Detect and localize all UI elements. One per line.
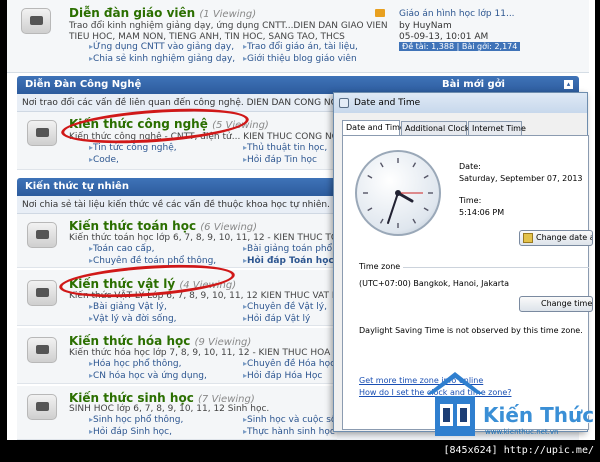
- footer-text: [845x624] http://upic.me/: [443, 445, 594, 456]
- forum-status-icon: [27, 280, 57, 306]
- category-title[interactable]: Diễn Đàn Công Nghệ: [25, 79, 141, 90]
- subforum-link[interactable]: Bài giảng Vật lý,: [89, 302, 167, 312]
- forum-stats-badge: Đề tài: 1,388 | Bài gởi: 2,174: [399, 42, 521, 51]
- time-value: 5:14:06 PM: [459, 208, 505, 217]
- forum-status-icon: [21, 8, 51, 34]
- subforum-link[interactable]: Thủ thuật tin học,: [243, 143, 327, 153]
- tab-internet-time[interactable]: Internet Time: [468, 121, 526, 136]
- divider: [403, 267, 589, 268]
- change-time-zone-button[interactable]: Change time zo: [519, 296, 593, 312]
- collapse-icon[interactable]: ▴: [564, 80, 573, 89]
- button-label: Change date and: [536, 233, 592, 242]
- subforum-link[interactable]: Hỏi đáp Hóa Học: [243, 371, 322, 381]
- last-post-author[interactable]: by HuyNam: [399, 21, 452, 31]
- analog-clock: [355, 150, 441, 236]
- subforum-link[interactable]: Ứng dụng CNTT vào giảng dạy,: [89, 42, 234, 52]
- forum-description: SINH HOC lớp 6, 7, 8, 9, 10, 11, 12 Sinh…: [69, 404, 270, 414]
- forum-status-icon: [27, 337, 57, 363]
- subforum-link[interactable]: Tin tức công nghệ,: [89, 143, 177, 153]
- time-zone-heading: Time zone: [359, 262, 401, 271]
- subforum-link[interactable]: Chia sẻ kinh nghiệm giảng dạy,: [89, 54, 235, 64]
- top-forum-row: Diễn đàn giáo viên (1 Viewing) Trao đổi …: [7, 0, 589, 73]
- image-host-footer: [845x624] http://upic.me/: [0, 440, 600, 462]
- watermark-url: www.kienthuc.net.vn: [485, 428, 559, 436]
- subforum-link[interactable]: Vật lý và đời sống,: [89, 314, 177, 324]
- watermark-text: Kiến Thức: [483, 403, 595, 427]
- last-post-date: 05-09-13, 10:01 AM: [399, 32, 489, 42]
- forum-title-link[interactable]: Diễn đàn giáo viên (1 Viewing): [69, 6, 256, 20]
- shield-icon: [523, 233, 533, 243]
- subforum-link[interactable]: Giới thiệu blog giáo viên: [243, 54, 357, 64]
- forum-title-link[interactable]: Kiến thức toán học (6 Viewing): [69, 219, 257, 233]
- tab-date-and-time[interactable]: Date and Time: [342, 120, 405, 136]
- subforum-link[interactable]: Toán cao cấp,: [89, 244, 154, 254]
- forum-status-icon: [27, 394, 57, 420]
- subforum-link[interactable]: Hỏi đáp Toán học: [243, 256, 334, 266]
- forum-title-text[interactable]: Kiến thức hóa học: [69, 334, 190, 348]
- forum-title-text[interactable]: Diễn đàn giáo viên: [69, 6, 195, 20]
- screenshot-frame: Diễn đàn giáo viên (1 Viewing) Trao đổi …: [7, 0, 595, 440]
- category-title[interactable]: Kiến thức tự nhiên: [25, 181, 129, 192]
- subforum-link[interactable]: CN hóa học và ứng dụng,: [89, 371, 207, 381]
- forum-status-icon: [27, 120, 57, 146]
- last-post-link[interactable]: Giáo án hình học lớp 11...: [399, 9, 515, 19]
- forum-title-text[interactable]: Kiến thức toán học: [69, 219, 196, 233]
- viewing-count: (1 Viewing): [199, 9, 257, 20]
- subforum-link[interactable]: Thực hành sinh học: [243, 427, 335, 437]
- subforum-link[interactable]: Hỏi đáp Vật lý: [243, 314, 310, 324]
- clock-icon: [339, 98, 349, 108]
- forum-status-icon: [27, 222, 57, 248]
- subforum-link[interactable]: Hỏi đáp Sinh học,: [89, 427, 172, 437]
- subforum-link[interactable]: Code,: [89, 155, 119, 165]
- date-value: Saturday, September 07, 2013: [459, 174, 583, 183]
- new-post-icon: [375, 9, 385, 17]
- change-date-time-button[interactable]: Change date and: [519, 230, 593, 246]
- subforum-link[interactable]: Chuyên đề Vật lý,: [243, 302, 327, 312]
- subforum-link[interactable]: Sinh học phổ thông,: [89, 415, 183, 425]
- time-label: Time:: [459, 196, 482, 205]
- subforum-link[interactable]: Trao đổi giáo án, tài liệu,: [243, 42, 358, 52]
- subforum-link[interactable]: Chuyên đề Hóa học,: [243, 359, 338, 369]
- subforum-link[interactable]: Bài giảng toán phổ th: [243, 244, 344, 254]
- date-label: Date:: [459, 162, 481, 171]
- forum-description: Kiến thức toán học lớp 6, 7, 8, 9, 10, 1…: [69, 233, 361, 243]
- forum-title-link[interactable]: Kiến thức hóa học (9 Viewing): [69, 334, 251, 348]
- forum-description: Kiến thức hóa học lớp 7, 8, 9, 10, 11, 1…: [69, 348, 357, 358]
- subforum-link[interactable]: Hỏi đáp Tin học: [243, 155, 317, 165]
- time-zone-value: (UTC+07:00) Bangkok, Hanoi, Jakarta: [359, 279, 510, 288]
- dst-note: Daylight Saving Time is not observed by …: [359, 326, 583, 335]
- watermark-logo: Kiến Thức www.kienthuc.net.vn: [425, 370, 595, 440]
- dialog-title: Date and Time: [354, 98, 421, 108]
- tab-additional-clocks[interactable]: Additional Clocks: [401, 121, 474, 136]
- dialog-titlebar[interactable]: Date and Time: [334, 93, 587, 113]
- subforum-link[interactable]: Hóa học phổ thông,: [89, 359, 181, 369]
